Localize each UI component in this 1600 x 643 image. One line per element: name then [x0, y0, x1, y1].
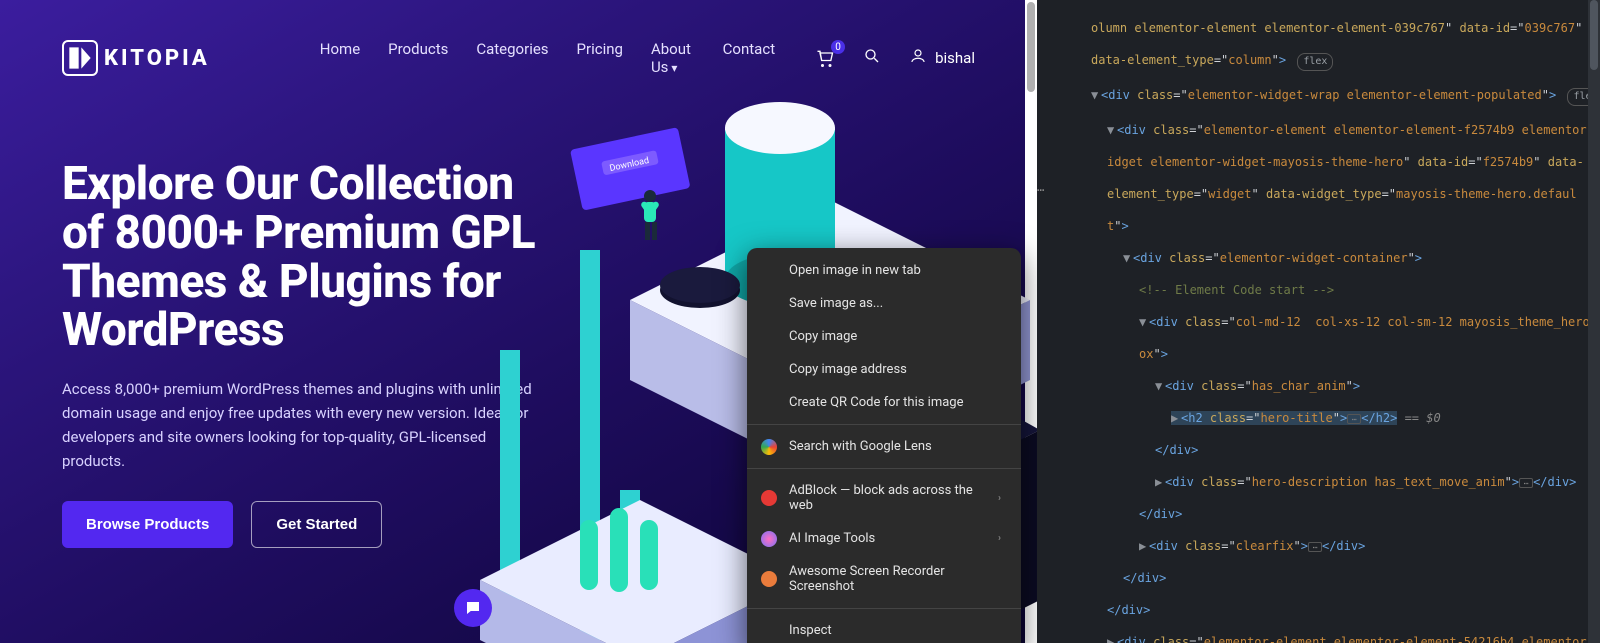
ctx-copy-image[interactable]: Copy image: [747, 320, 1021, 353]
logo-icon: [62, 40, 98, 76]
ctx-inspect[interactable]: Inspect: [747, 614, 1021, 643]
ctx-open-image[interactable]: Open image in new tab: [747, 254, 1021, 287]
lens-icon: [761, 439, 777, 455]
ctx-qr-code[interactable]: Create QR Code for this image: [747, 386, 1021, 419]
hero-title: Explore Our Collection of 8000+ Premium …: [62, 160, 542, 355]
ctx-ai-tools[interactable]: AI Image Tools›: [747, 522, 1021, 555]
logo-text: KITOPIA: [104, 46, 210, 71]
chat-bubble-button[interactable]: [454, 589, 492, 627]
ctx-adblock[interactable]: AdBlock — block ads across the web›: [747, 474, 1021, 522]
website-viewport: KITOPIA Home Products Categories Pricing…: [0, 0, 1037, 643]
ctx-save-image[interactable]: Save image as...: [747, 287, 1021, 320]
devtools-scrollbar-track[interactable]: [1588, 0, 1600, 643]
browse-products-button[interactable]: Browse Products: [62, 501, 233, 548]
ctx-separator: [747, 424, 1021, 425]
chat-icon: [464, 599, 482, 617]
get-started-button[interactable]: Get Started: [251, 501, 382, 548]
flex-badge: flex: [1297, 53, 1333, 71]
devtools-scrollbar-thumb[interactable]: [1590, 0, 1598, 70]
ctx-google-lens[interactable]: Search with Google Lens: [747, 430, 1021, 463]
site-logo[interactable]: KITOPIA: [62, 40, 210, 76]
hero-buttons: Browse Products Get Started: [62, 501, 542, 548]
nav-products[interactable]: Products: [388, 40, 448, 76]
ctx-copy-address[interactable]: Copy image address: [747, 353, 1021, 386]
context-menu: Open image in new tab Save image as... C…: [747, 248, 1021, 643]
ctx-separator: [747, 468, 1021, 469]
ctx-separator: [747, 608, 1021, 609]
recorder-icon: [761, 571, 777, 587]
hero-description: Access 8,000+ premium WordPress themes a…: [62, 377, 542, 473]
devtools-elements-panel[interactable]: ⋯ olumn elementor-element elementor-elem…: [1037, 0, 1600, 643]
adblock-icon: [761, 490, 777, 506]
dom-tree[interactable]: olumn elementor-element elementor-elemen…: [1037, 0, 1600, 643]
ctx-awesome-recorder[interactable]: Awesome Screen Recorder Screenshot: [747, 555, 1021, 603]
gutter-dots-icon: ⋯: [1037, 182, 1044, 198]
hero-section: Explore Our Collection of 8000+ Premium …: [62, 160, 542, 548]
nav-home[interactable]: Home: [320, 40, 360, 76]
ai-tools-icon: [761, 531, 777, 547]
